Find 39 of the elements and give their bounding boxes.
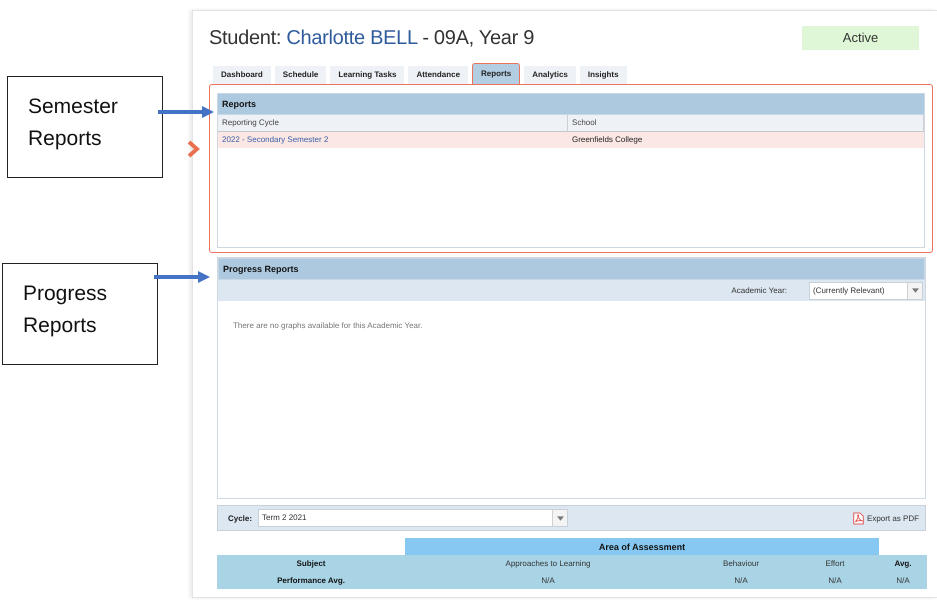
empty-message: There are no graphs available for this Academic Year. bbox=[233, 321, 424, 330]
column-header: Effort bbox=[791, 555, 879, 572]
table-cell: N/A bbox=[405, 572, 691, 589]
column-header: Behaviour bbox=[691, 555, 791, 572]
column-header: Reporting Cycle bbox=[218, 115, 568, 132]
table-cell: Greenfields College bbox=[568, 132, 924, 148]
section-header: Progress Reports bbox=[218, 258, 925, 280]
year-dropdown[interactable]: (Currently Relevant) bbox=[809, 282, 923, 300]
callout-label: Semester Reports bbox=[7, 76, 163, 178]
pdf-icon bbox=[852, 512, 864, 524]
column-header: Avg. bbox=[879, 555, 927, 572]
field-label: Academic Year: bbox=[731, 286, 787, 295]
column-header: Approaches to Learning bbox=[405, 555, 691, 572]
table-cell: N/A bbox=[691, 572, 791, 589]
tab[interactable]: Attendance bbox=[408, 66, 468, 84]
tab[interactable]: Schedule bbox=[274, 66, 326, 84]
caret-icon bbox=[556, 516, 564, 520]
column-header: School bbox=[568, 115, 924, 132]
table-cell: N/A bbox=[791, 572, 879, 589]
tab[interactable]: Analytics bbox=[524, 66, 576, 84]
column-header: Subject bbox=[217, 555, 405, 572]
table-cell[interactable]: 2022 - Secondary Semester 2 bbox=[218, 132, 568, 148]
caret-icon bbox=[912, 288, 918, 293]
tab[interactable]: Dashboard bbox=[213, 66, 271, 84]
tab[interactable]: Learning Tasks bbox=[330, 66, 404, 84]
group-header: Area of Assessment bbox=[405, 538, 879, 555]
student-title: Student: Charlotte BELL - 09A, Year 9 bbox=[209, 26, 534, 50]
section-header: Reports bbox=[217, 93, 925, 115]
export-link[interactable]: Export as PDF bbox=[866, 514, 919, 522]
status-badge: Active bbox=[802, 26, 919, 50]
cycle-dropdown[interactable]: Term 2 2021 bbox=[258, 509, 568, 527]
table-cell: N/A bbox=[879, 572, 927, 589]
arrow bbox=[154, 271, 210, 283]
tab[interactable]: Reports bbox=[472, 63, 520, 84]
arrow bbox=[158, 106, 214, 118]
callout-label: Progress Reports bbox=[2, 263, 158, 365]
field-label: Cycle: bbox=[228, 514, 252, 522]
table-cell: Performance Avg. bbox=[217, 572, 405, 589]
tab[interactable]: Insights bbox=[580, 66, 627, 84]
